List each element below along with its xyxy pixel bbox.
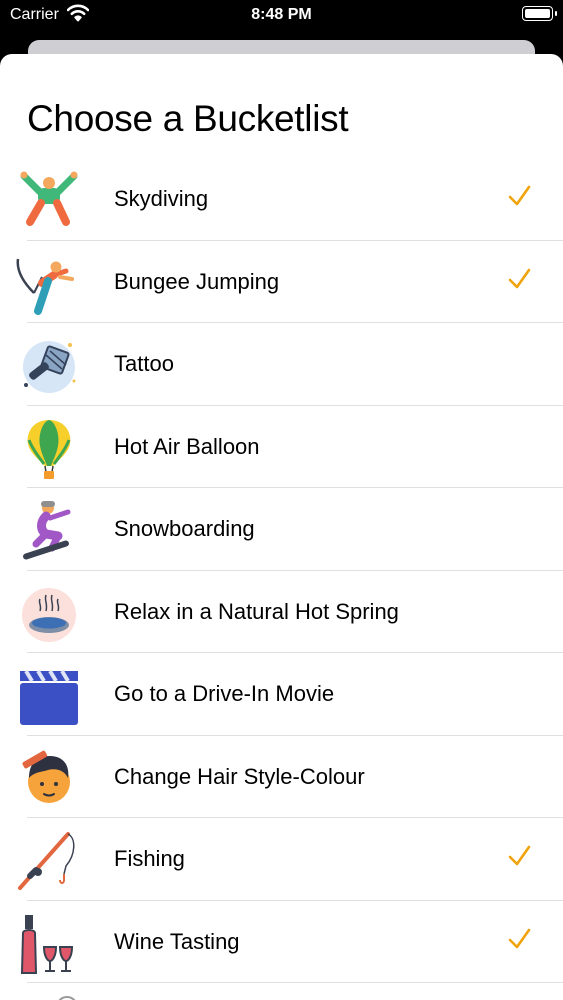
bungee-jumping-icon: [16, 258, 74, 315]
status-bar: Carrier 8:48 PM: [0, 0, 563, 36]
bucketlist-sheet: Choose a Bucketlist Skydiving Bungee Jum…: [0, 54, 563, 1000]
list-item-wine-tasting[interactable]: Wine Tasting: [0, 901, 563, 984]
page-title: Choose a Bucketlist: [27, 98, 349, 139]
list-item-hot-air-balloon[interactable]: Hot Air Balloon: [0, 406, 563, 489]
list-item-fishing[interactable]: Fishing: [0, 818, 563, 901]
clapperboard-icon: [20, 669, 78, 725]
list-item-snowboarding[interactable]: Snowboarding: [0, 488, 563, 571]
checkmark-icon: [508, 268, 531, 288]
checkmark-icon: [508, 845, 531, 866]
checkmark-icon: [508, 185, 531, 206]
list-item-label: Hot Air Balloon: [114, 433, 260, 459]
list-item-drive-in-movie[interactable]: Go to a Drive-In Movie: [0, 653, 563, 736]
status-time: 8:48 PM: [251, 6, 312, 23]
list-item-label: Bungee Jumping: [114, 268, 280, 294]
wine-bottle-glasses-icon: [20, 914, 74, 974]
list-item-skydiving[interactable]: Skydiving: [0, 158, 563, 241]
list-item-label: Tattoo: [114, 351, 174, 376]
list-item-bungee-jumping[interactable]: Bungee Jumping: [0, 241, 563, 324]
list-item-label: Change Hair Style-Colour: [114, 763, 365, 789]
list-item-label: Relax in a Natural Hot Spring: [114, 598, 399, 624]
skydiving-icon: [20, 171, 78, 226]
list-item-label: Snowboarding: [114, 516, 255, 541]
list-item-hair-style[interactable]: Change Hair Style-Colour: [0, 736, 563, 819]
snowboarding-icon: [23, 501, 71, 560]
list-item-label: Go to a Drive-In Movie: [114, 681, 335, 706]
list-item-label: Fishing: [114, 846, 185, 871]
list-item-label: Wine Tasting: [114, 928, 240, 954]
list-item-hot-spring[interactable]: Relax in a Natural Hot Spring: [0, 571, 563, 654]
checkmark-icon: [508, 928, 531, 948]
fishing-rod-icon: [18, 832, 75, 890]
hair-comb-icon: [22, 750, 70, 803]
list-item-tattoo[interactable]: Tattoo: [0, 323, 563, 406]
list-item-label: Skydiving: [114, 186, 209, 211]
hot-air-balloon-icon: [27, 419, 71, 479]
bucketlist-list: Skydiving Bungee Jumping Tattoo Hot Air …: [0, 158, 563, 983]
tattoo-machine-icon: [23, 341, 76, 393]
battery-icon: [522, 6, 557, 21]
hot-spring-icon: [22, 587, 76, 642]
